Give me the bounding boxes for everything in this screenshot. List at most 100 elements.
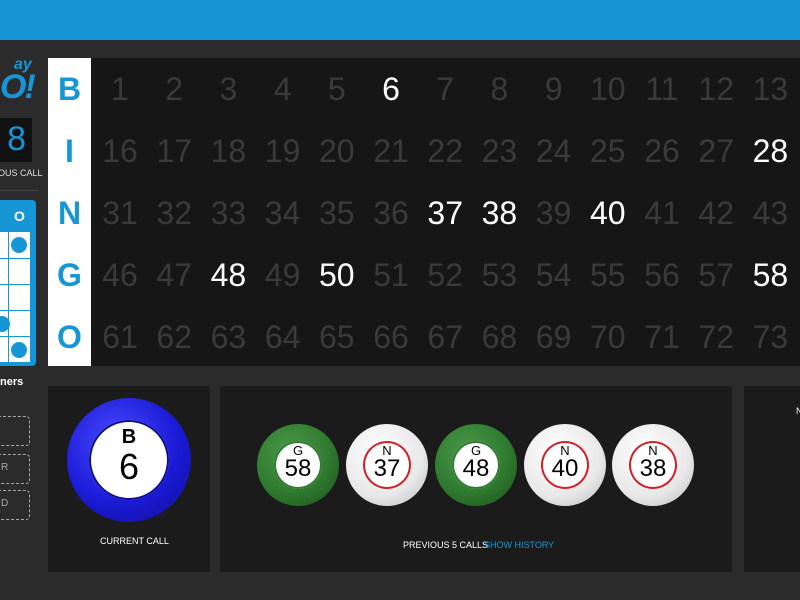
pattern-option-3[interactable]: D	[0, 490, 30, 520]
previous-ball-5: N 38	[612, 424, 694, 506]
board-number: 69	[535, 319, 572, 355]
previous-call-label: OUS CALL	[0, 168, 43, 178]
board-number: 25	[590, 133, 626, 169]
board-number: 35	[319, 195, 355, 231]
grid-line	[0, 336, 30, 337]
board-number: 68	[481, 319, 518, 355]
board-number: 27	[698, 133, 734, 169]
patterns-label: ners	[0, 376, 24, 388]
current-ball-number: 6	[118, 446, 140, 487]
board-number: 63	[210, 319, 247, 355]
board-number: 67	[427, 319, 463, 355]
board-number: 49	[264, 257, 301, 293]
card-header-letter: O	[14, 208, 25, 224]
previous-ball-2: N 37	[346, 424, 428, 506]
bingo-letters-column: B I N G O	[48, 58, 91, 366]
board-number: 16	[102, 133, 138, 169]
pattern-option-label: D	[1, 498, 9, 509]
board-number: 40	[590, 195, 626, 231]
card-header: O	[0, 200, 36, 232]
logo-text-bottom: O!	[0, 68, 36, 106]
board-number: 22	[427, 133, 463, 169]
previous-ball-number: 48	[462, 455, 490, 482]
board-number: 21	[373, 133, 409, 169]
board-number: 65	[319, 319, 355, 355]
board-number: 9	[544, 71, 563, 107]
board-number: 66	[373, 319, 409, 355]
current-call-panel: B 6 CURRENT CALL	[48, 386, 210, 572]
board-number: 5	[327, 71, 346, 107]
board-number: 38	[481, 195, 518, 231]
board-number: 58	[752, 257, 789, 293]
board-number: 47	[156, 257, 192, 293]
board-number: 43	[752, 195, 789, 231]
previous-ball-face: N 37	[363, 441, 411, 489]
previous-ball-face: N 40	[541, 441, 589, 489]
board-number: 70	[590, 319, 626, 355]
previous-calls-panel: G 58 N 37 G 48 N 40 N 38 PREVIOUS 5 CALL…	[220, 386, 732, 572]
board-number: 12	[698, 71, 734, 107]
board-number: 13	[752, 71, 789, 107]
previous-calls-label: PREVIOUS 5 CALLS	[403, 540, 489, 550]
board-number: 50	[319, 257, 355, 293]
board-number: 17	[156, 133, 192, 169]
board-letter-n: N	[57, 195, 82, 231]
board-number: 11	[645, 71, 679, 107]
board-number: 2	[165, 71, 184, 107]
board-number: 72	[698, 319, 734, 355]
grid-line	[0, 310, 30, 311]
board-number: 31	[102, 195, 138, 231]
bingo-card-preview[interactable]: O	[0, 200, 36, 366]
card-dot	[11, 342, 27, 358]
board-number: 62	[156, 319, 192, 355]
right-panel: N	[744, 386, 800, 572]
pattern-option-1[interactable]	[0, 416, 30, 446]
board-number: 64	[264, 319, 301, 355]
board-number: 24	[535, 133, 572, 169]
board-number: 10	[590, 71, 626, 107]
current-call-label: CURRENT CALL	[100, 536, 169, 546]
previous-ball-3: G 48	[435, 424, 517, 506]
grid-line	[0, 258, 30, 259]
board-number: 41	[644, 195, 680, 231]
grid-line	[0, 284, 30, 285]
pattern-option-2[interactable]: R	[0, 454, 30, 484]
board-number: 39	[535, 195, 572, 231]
grid-line	[8, 232, 9, 362]
board-number: 34	[264, 195, 301, 231]
board-number: 73	[752, 319, 789, 355]
previous-ball-number: 37	[373, 455, 401, 482]
board-letter-b: B	[57, 71, 82, 107]
board-number: 8	[490, 71, 509, 107]
board-number: 53	[481, 257, 518, 293]
board-number: 26	[644, 133, 680, 169]
card-dot	[11, 237, 27, 253]
card-grid	[0, 232, 30, 362]
board-number: 56	[644, 257, 680, 293]
board-number: 7	[436, 71, 455, 107]
calls-counter: 8	[0, 118, 32, 162]
board-number: 33	[210, 195, 247, 231]
board-number: 6	[382, 71, 400, 107]
board-number: 42	[698, 195, 734, 231]
board-number: 3	[219, 71, 238, 107]
previous-ball-face: G 48	[452, 441, 500, 489]
pattern-option-label: R	[1, 462, 9, 473]
board-number: 19	[264, 133, 301, 169]
board-number: 48	[210, 257, 247, 293]
board-number: 37	[427, 195, 463, 231]
bingo-board: B I N G O 1 2 3 4 5 6 7 8 9 10 11 12 13 16 17 18 19 20 21 2…	[48, 58, 800, 366]
board-number: 36	[373, 195, 409, 231]
board-number: 20	[319, 133, 355, 169]
board-number: 28	[752, 133, 789, 169]
show-history-link[interactable]: SHOW HISTORY	[484, 540, 554, 550]
current-ball-face: B 6	[89, 420, 169, 500]
board-number: 23	[481, 133, 518, 169]
previous-ball-face: G 58	[274, 441, 322, 489]
divider	[0, 190, 38, 191]
board-number: 18	[210, 133, 247, 169]
previous-ball-number: 38	[639, 455, 667, 482]
board-number: 52	[427, 257, 463, 293]
board-number: 71	[644, 319, 680, 355]
current-ball: B 6	[67, 398, 191, 522]
